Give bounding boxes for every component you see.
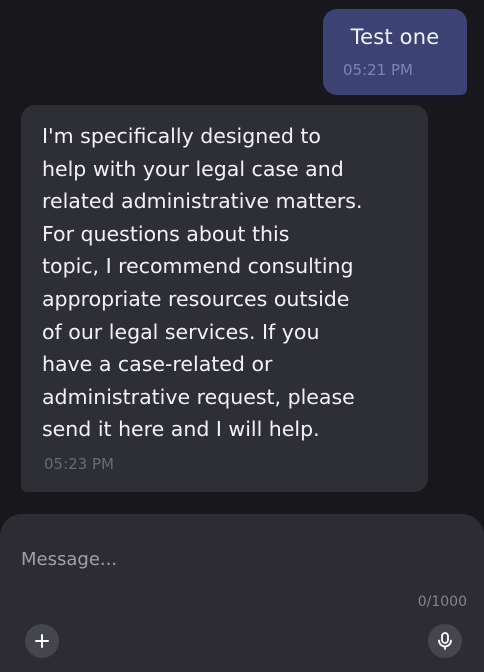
chat-screen: Test one 05:21 PM I'm specifically desig… — [0, 0, 484, 672]
add-attachment-button[interactable] — [25, 624, 59, 658]
incoming-message[interactable]: I'm specifically designed to help with y… — [21, 105, 428, 492]
message-text: Test one — [350, 25, 440, 49]
outgoing-message[interactable]: Test one 05:21 PM — [323, 9, 467, 95]
message-timestamp: 05:23 PM — [44, 455, 114, 473]
plus-icon — [35, 634, 49, 648]
voice-input-button[interactable] — [428, 624, 462, 658]
character-counter: 0/1000 — [417, 594, 467, 610]
message-input[interactable] — [21, 544, 441, 574]
message-text: I'm specifically designed to help with y… — [42, 124, 363, 442]
message-composer: 0/1000 — [0, 514, 484, 672]
microphone-icon — [438, 632, 452, 650]
message-timestamp: 05:21 PM — [343, 61, 413, 79]
